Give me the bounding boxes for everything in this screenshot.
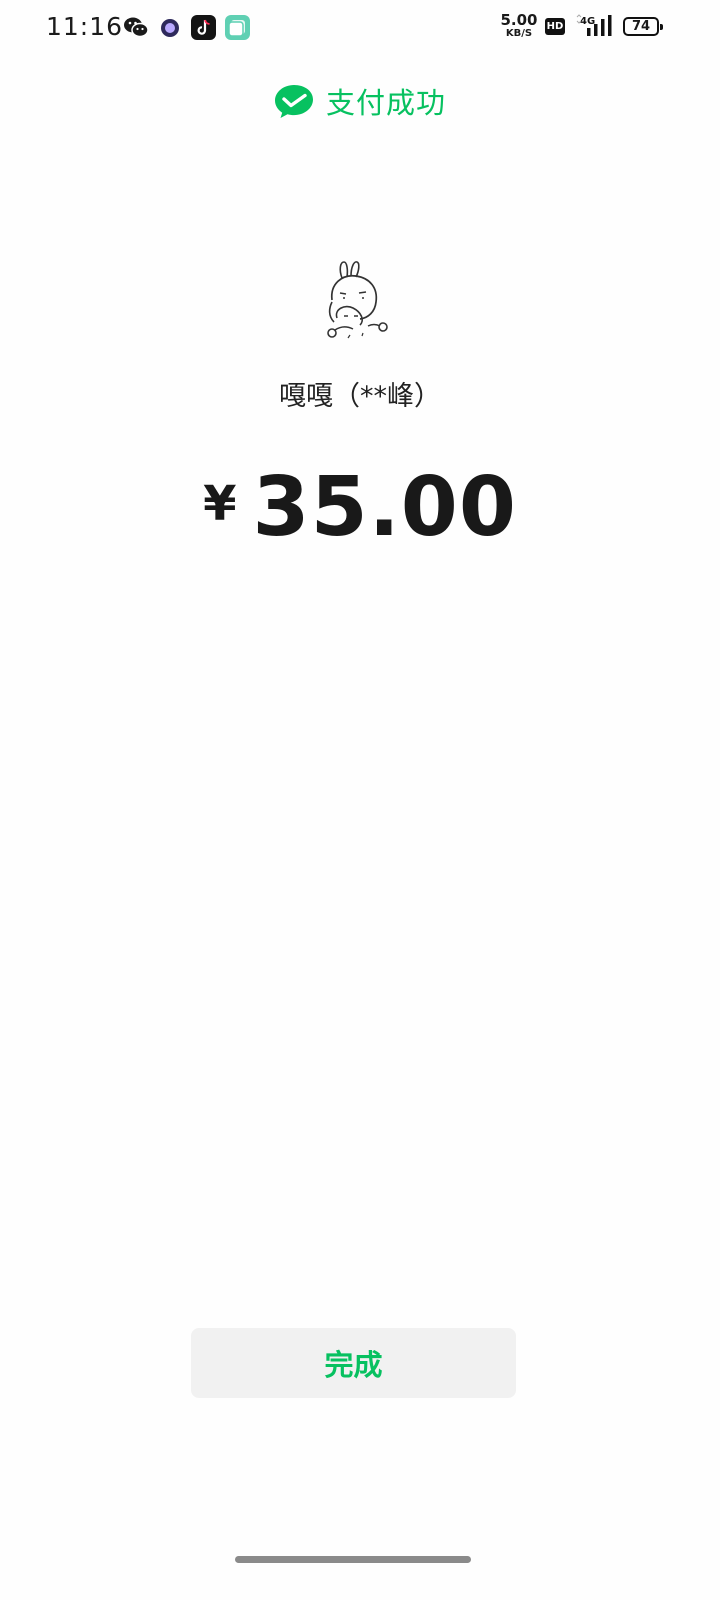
amount-value: 35.00 [252,460,517,555]
hd-badge: HD [545,18,565,35]
status-bar: 11:16 5.00 KB/S HD 4G 74 [0,0,720,56]
network-speed-value: 5.00 [500,11,538,29]
wechat-pay-icon [274,85,313,118]
payment-success-header: 支付成功 [0,78,720,124]
payment-amount: ¥ 35.00 [0,460,720,555]
network-speed: 5.00 KB/S [500,13,538,39]
payee-avatar [318,258,392,344]
wechat-icon [124,17,149,38]
done-button[interactable]: 完成 [191,1328,516,1398]
home-indicator[interactable] [235,1556,471,1563]
payee-name: 嘎嘎（**峰） [279,381,441,412]
app-icon [225,15,250,40]
signal-icon: 4G [576,14,612,36]
network-speed-unit: KB/S [505,28,533,39]
currency-symbol: ¥ [203,476,237,532]
battery-indicator: 74 [623,17,663,36]
tiktok-icon [191,15,216,40]
status-time: 11:16 [46,12,124,41]
network-type: 4G [580,16,595,27]
success-title: 支付成功 [325,86,446,120]
browser-icon [161,19,179,37]
